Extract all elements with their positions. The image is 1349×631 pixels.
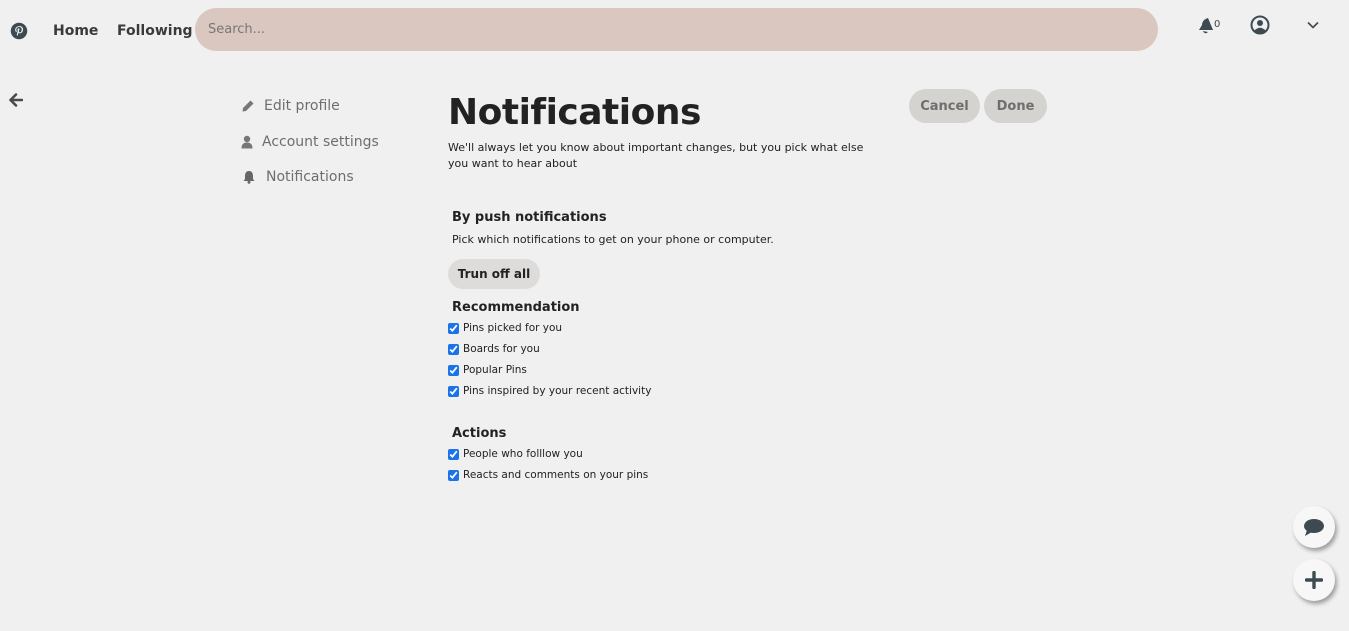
checkbox-label: Popular Pins xyxy=(463,364,527,376)
pinterest-logo-icon[interactable] xyxy=(10,22,28,40)
chat-button[interactable] xyxy=(1293,506,1335,548)
search-input[interactable] xyxy=(195,8,1158,51)
page-title: Notifications xyxy=(448,92,701,133)
notification-count: 0 xyxy=(1214,19,1221,30)
checkbox-label: Reacts and comments on your pins xyxy=(463,469,649,481)
plus-icon xyxy=(1305,571,1323,589)
boards-for-you-checkbox[interactable] xyxy=(448,343,459,355)
sidebar-item-label: Notifications xyxy=(266,169,354,185)
pins-picked-checkbox[interactable] xyxy=(448,322,459,334)
checkbox-row-recent-activity[interactable]: Pins inspired by your recent activity xyxy=(448,385,651,397)
push-notifications-heading: By push notifications xyxy=(452,210,607,225)
cancel-button[interactable]: Cancel xyxy=(909,89,980,123)
sidebar-item-edit-profile[interactable]: Edit profile xyxy=(241,98,340,114)
actions-heading: Actions xyxy=(452,426,507,441)
recent-activity-checkbox[interactable] xyxy=(448,385,459,397)
nav-following-link[interactable]: Following xyxy=(117,23,193,39)
nav-home-link[interactable]: Home xyxy=(53,23,98,39)
followers-checkbox[interactable] xyxy=(448,448,459,460)
sidebar-item-label: Edit profile xyxy=(264,98,340,114)
checkbox-label: Boards for you xyxy=(463,343,540,355)
done-button[interactable]: Done xyxy=(984,89,1047,123)
top-header: Home Following 0 xyxy=(0,0,1349,62)
account-icon[interactable] xyxy=(1250,15,1270,35)
bell-icon xyxy=(243,171,255,184)
checkbox-label: People who folllow you xyxy=(463,448,583,460)
checkbox-row-pins-picked[interactable]: Pins picked for you xyxy=(448,322,562,334)
recommendation-heading: Recommendation xyxy=(452,300,580,315)
page-subtitle: We'll always let you know about importan… xyxy=(448,141,864,170)
checkbox-row-reacts-comments[interactable]: Reacts and comments on your pins xyxy=(448,469,648,481)
checkbox-row-followers[interactable]: People who folllow you xyxy=(448,448,583,460)
chevron-down-icon[interactable] xyxy=(1306,18,1320,32)
turn-off-all-button[interactable]: Trun off all xyxy=(448,259,540,289)
chat-icon xyxy=(1304,519,1324,536)
checkbox-row-popular-pins[interactable]: Popular Pins xyxy=(448,364,527,376)
reacts-comments-checkbox[interactable] xyxy=(448,469,459,481)
sidebar-item-account-settings[interactable]: Account settings xyxy=(241,134,379,150)
push-notifications-description: Pick which notifications to get on your … xyxy=(452,233,774,246)
pencil-icon xyxy=(242,100,254,112)
back-arrow-icon[interactable] xyxy=(9,93,23,107)
user-icon xyxy=(241,135,253,149)
checkbox-label: Pins picked for you xyxy=(463,322,563,334)
sidebar-item-label: Account settings xyxy=(262,134,379,150)
checkbox-row-boards-for-you[interactable]: Boards for you xyxy=(448,343,540,355)
add-button[interactable] xyxy=(1293,559,1335,601)
sidebar-item-notifications[interactable]: Notifications xyxy=(241,169,354,185)
checkbox-label: Pins inspired by your recent activity xyxy=(463,385,652,397)
popular-pins-checkbox[interactable] xyxy=(448,364,459,376)
